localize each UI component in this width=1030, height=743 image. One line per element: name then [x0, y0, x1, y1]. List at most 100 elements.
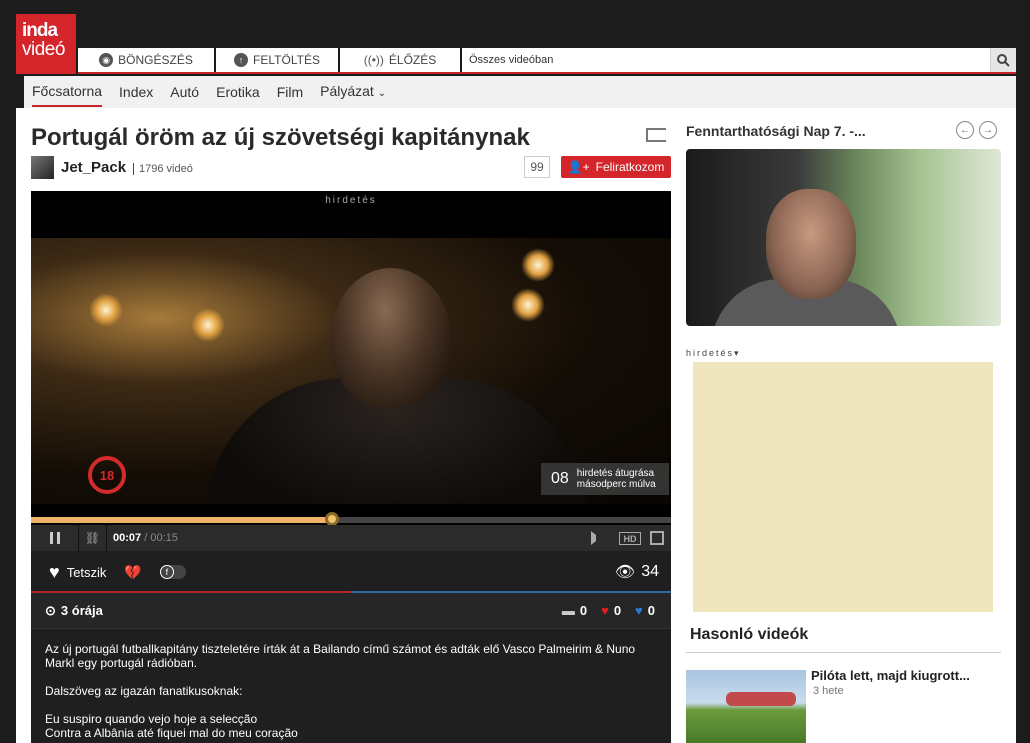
- add-user-icon: 👤+: [567, 160, 590, 174]
- comments-count: 0: [579, 603, 588, 618]
- lyrics: Eu suspiro quando vejo hoje a selecção C…: [45, 712, 657, 740]
- likes-count: 0: [613, 603, 622, 618]
- lyrics-line2: Contra a Albânia até fiquei mal do meu c…: [45, 726, 298, 740]
- tab-palyazat-label: Pályázat: [320, 82, 374, 99]
- related-thumbnail[interactable]: [686, 670, 806, 743]
- scene-lamp: [191, 308, 225, 342]
- hd-button[interactable]: HD: [619, 532, 641, 545]
- tab-auto[interactable]: Autó: [170, 76, 199, 108]
- comments-stat[interactable]: ▬ 0: [562, 603, 587, 618]
- related-heading: Hasonló videók: [690, 626, 809, 643]
- like-label: Tetszik: [66, 564, 107, 580]
- logo-line1: inda: [22, 20, 58, 41]
- scene-lamp: [89, 293, 123, 327]
- view-count-value: 34: [641, 563, 659, 580]
- time-display: 00:07 / 00:15: [113, 532, 178, 544]
- subscribe-button[interactable]: 👤+ Feliratkozom: [561, 156, 671, 178]
- description-para2: Dalszöveg az igazán fanatikusoknak:: [45, 684, 243, 698]
- live-button[interactable]: ((•)) ÉLŐZÉS: [340, 48, 462, 72]
- arrow-left-icon[interactable]: ←: [956, 121, 974, 139]
- heart-icon: ♥: [49, 561, 60, 582]
- sidebar-ad-label: hirdetés▾: [686, 348, 741, 359]
- scene-lamp: [521, 248, 555, 282]
- video-meta: ⊙ 3 órája ▬ 0 ♥ 0 ♥ 0: [31, 593, 671, 629]
- upload-icon: ↑: [234, 53, 249, 67]
- skip-text-line1: hirdetés átugrása: [576, 468, 655, 479]
- current-time: 00:07: [113, 532, 142, 544]
- browse-button[interactable]: ◉ BÖNGÉSZÉS: [78, 48, 216, 72]
- ad-label: hirdetés: [325, 195, 377, 206]
- volume-icon[interactable]: [591, 531, 601, 545]
- thumb-plane: [726, 692, 796, 706]
- clock-icon: ⊙: [45, 602, 56, 618]
- upload-button[interactable]: ↑ FELTÖLTÉS: [216, 48, 340, 72]
- skip-seconds: 08: [551, 470, 569, 487]
- related-time: 3 hete: [813, 685, 844, 697]
- heart-icon: ♥: [601, 603, 609, 618]
- related-title[interactable]: Pilóta lett, majd kiugrott...: [811, 668, 970, 683]
- age-rating-badge: 18: [88, 456, 126, 494]
- pause-icon: [49, 532, 53, 544]
- dislikes-count: 0: [647, 603, 655, 618]
- broken-heart-icon: ♥: [635, 603, 643, 618]
- scene-lamp: [511, 288, 545, 322]
- video-frame[interactable]: 18 08 hirdetés átugrása másodperc múlva: [31, 238, 671, 504]
- player-controls: ⛓ 00:07 / 00:15 HD: [31, 525, 671, 551]
- logo-line2: videó: [22, 39, 65, 60]
- search-placeholder: Összes videóban: [469, 54, 554, 66]
- tab-focsatorna[interactable]: Főcsatorna: [32, 77, 103, 107]
- tab-film[interactable]: Film: [277, 76, 303, 108]
- skip-text: hirdetés átugrása másodperc múlva: [577, 468, 656, 490]
- subscriber-count: 99: [524, 156, 550, 178]
- top-nav: ◉ BÖNGÉSZÉS ↑ FELTÖLTÉS ((•)) ÉLŐZÉS Öss…: [78, 48, 1016, 74]
- progress-bar[interactable]: [31, 512, 671, 526]
- upload-label: FELTÖLTÉS: [253, 53, 320, 67]
- dislike-button[interactable]: 💔: [124, 564, 141, 581]
- logo[interactable]: inda videó: [16, 14, 76, 74]
- dislikes-stat: ♥ 0: [635, 603, 655, 618]
- stats: ▬ 0 ♥ 0 ♥ 0: [562, 603, 655, 618]
- page: inda videó ◉ BÖNGÉSZÉS ↑ FELTÖLTÉS ((•))…: [16, 0, 1016, 743]
- comment-icon: ▬: [561, 603, 575, 618]
- ad-banner[interactable]: [693, 362, 993, 612]
- thumb-figure-head: [766, 189, 856, 299]
- globe-icon: ◉: [99, 53, 114, 67]
- search-icon: [997, 53, 1010, 67]
- pause-icon: [56, 532, 60, 544]
- video-player[interactable]: hirdetés 18 08 hirdetés átugrása másodper…: [31, 191, 671, 551]
- featured-thumbnail[interactable]: [686, 149, 1001, 326]
- scene-figure-head: [331, 268, 451, 408]
- progress-handle[interactable]: [324, 512, 339, 526]
- fullscreen-icon[interactable]: [650, 531, 664, 545]
- video-title: Portugál öröm az új szövetségi kapitányn…: [31, 124, 530, 151]
- chevron-down-icon: ⌄: [377, 87, 387, 99]
- video-description: Az új portugál futballkapitány tisztelet…: [31, 629, 671, 743]
- likes-stat: ♥ 0: [601, 603, 621, 618]
- search-button[interactable]: [990, 48, 1016, 72]
- search-input[interactable]: Összes videóban: [463, 48, 1016, 72]
- like-button[interactable]: ♥ Tetszik: [49, 562, 106, 583]
- sidebar-ad-label-text: hirdetés: [686, 348, 735, 358]
- live-label: ÉLŐZÉS: [388, 53, 437, 67]
- skip-ad-countdown[interactable]: 08 hirdetés átugrása másodperc múlva: [541, 463, 669, 495]
- featured-title[interactable]: Fenntarthatósági Nap 7. -...: [686, 123, 866, 139]
- tab-palyazat[interactable]: Pályázat ⌄: [320, 75, 386, 110]
- divider: [686, 652, 1001, 653]
- video-count: 1796 videó: [133, 163, 193, 175]
- arrow-right-icon[interactable]: →: [979, 121, 997, 139]
- caret-down-icon: ▾: [734, 348, 741, 358]
- view-count: 👁 34: [615, 562, 659, 582]
- link-icon[interactable]: ⛓: [79, 525, 107, 551]
- tab-index[interactable]: Index: [119, 76, 153, 108]
- description-para1: Az új portugál futballkapitány tisztelet…: [45, 642, 636, 670]
- featured-arrows: ← →: [956, 121, 997, 139]
- tab-erotika[interactable]: Erotika: [216, 76, 260, 108]
- avatar[interactable]: [31, 156, 54, 179]
- subscribe-label: Feliratkozom: [595, 160, 665, 174]
- channel-name[interactable]: Jet_Pack: [61, 159, 126, 176]
- progress-fill: [31, 517, 332, 523]
- facebook-toggle[interactable]: f: [159, 565, 186, 579]
- pause-button[interactable]: [31, 525, 79, 551]
- eye-icon: 👁: [614, 564, 636, 581]
- share-icon[interactable]: [646, 128, 666, 142]
